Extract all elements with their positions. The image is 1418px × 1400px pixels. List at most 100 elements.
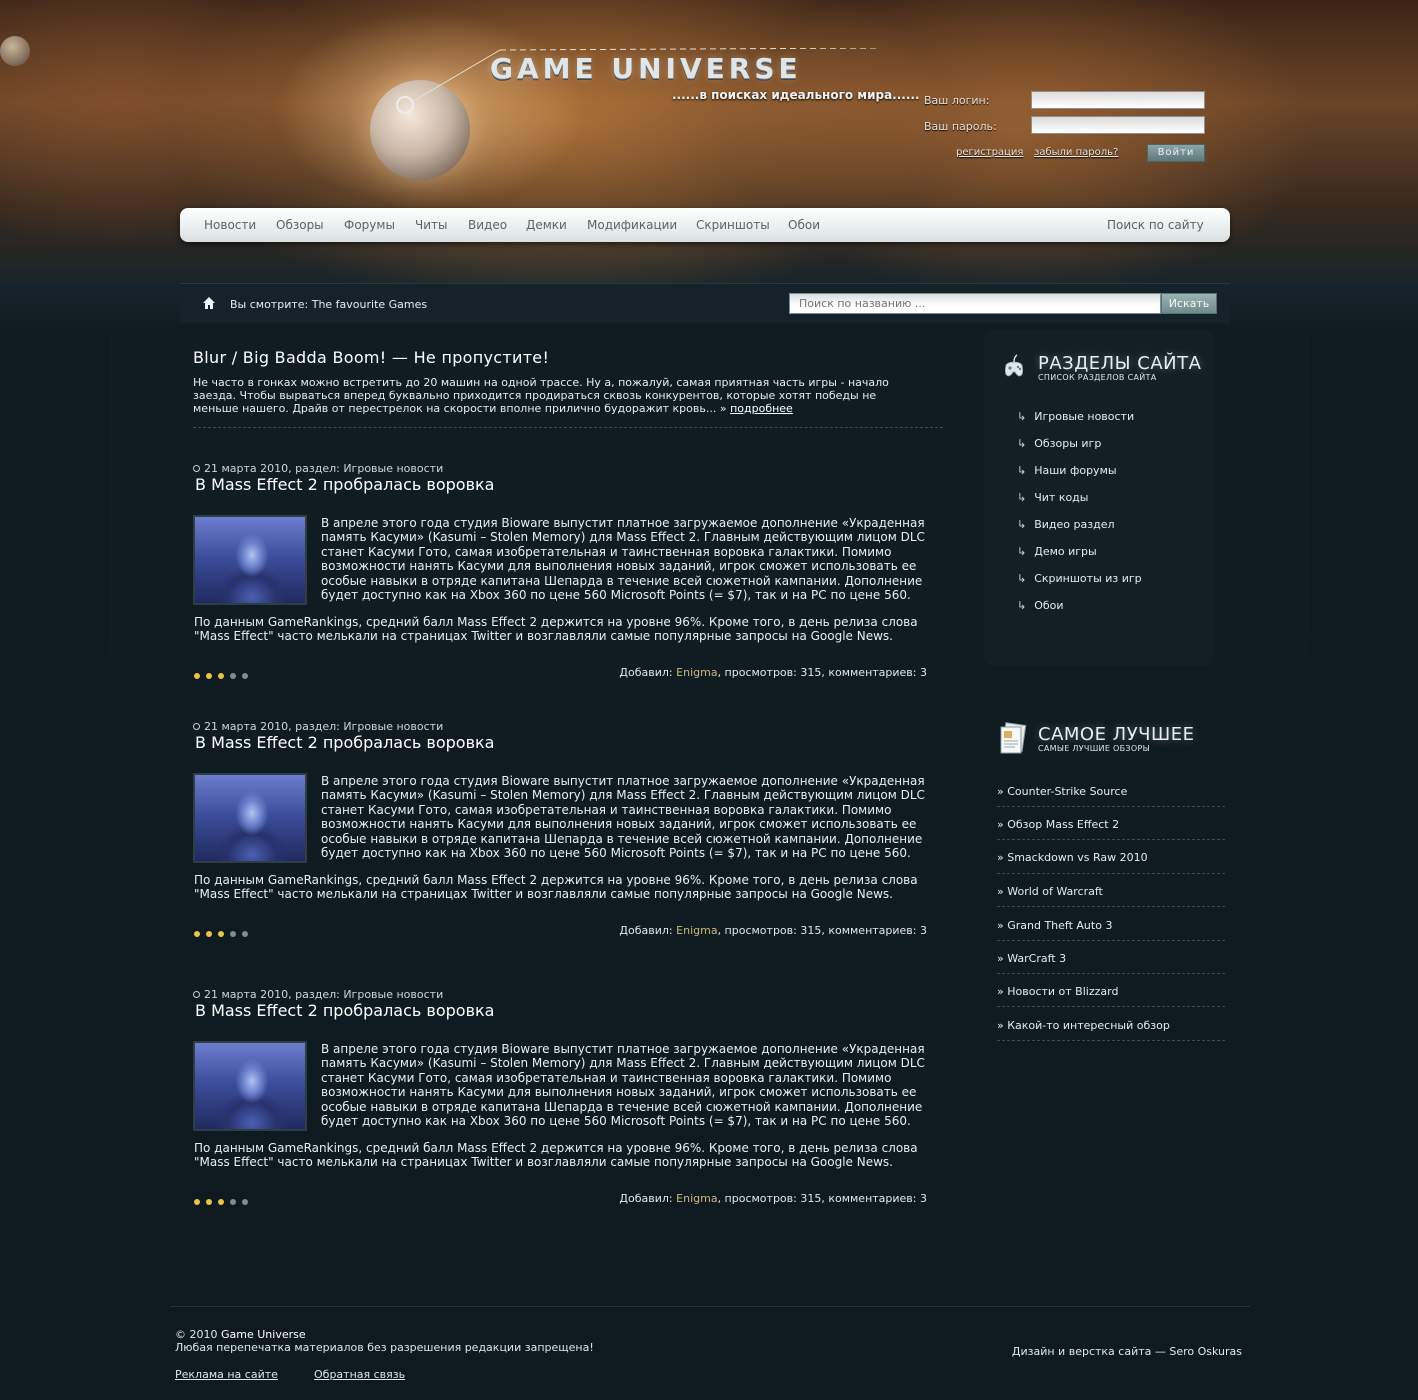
- article-thumbnail[interactable]: [193, 515, 307, 605]
- sidebar-item-label: Игровые новости: [1034, 410, 1135, 423]
- search-button[interactable]: Искать: [1161, 293, 1217, 314]
- copyright-site: Game Universe: [221, 1328, 306, 1341]
- sidebar-item-game-news[interactable]: ↳ Игровые новости: [1017, 410, 1134, 423]
- rating-dot[interactable]: [206, 673, 212, 679]
- document-icon: [1000, 722, 1027, 754]
- rating-dot[interactable]: [242, 931, 248, 937]
- rating-dot[interactable]: [242, 673, 248, 679]
- footer-copyright: © 2010 Game Universe Любая перепечатка м…: [175, 1328, 594, 1354]
- ads-link[interactable]: Реклама на сайте: [175, 1368, 278, 1381]
- article-stats: Добавил: Enigma, просмотров: 315, коммен…: [619, 924, 927, 937]
- nav-item-news[interactable]: Новости: [204, 218, 256, 232]
- article-thumbnail[interactable]: [193, 1041, 307, 1131]
- article-title[interactable]: В Mass Effect 2 пробралась воровка: [195, 475, 494, 494]
- stats-text: , просмотров: 315, комментариев: 3: [717, 1192, 927, 1205]
- sidebar-item-demos[interactable]: ↳ Демо игры: [1017, 545, 1097, 558]
- feedback-link[interactable]: Обратная связь: [314, 1368, 405, 1381]
- register-link[interactable]: регистрация: [956, 147, 1023, 158]
- best-item[interactable]: » Новости от Blizzard: [997, 985, 1225, 998]
- best-item[interactable]: » Какой-то интересный обзор: [997, 1019, 1225, 1032]
- rating-dot[interactable]: [206, 931, 212, 937]
- rating-dot[interactable]: [230, 931, 236, 937]
- best-item[interactable]: » Обзор Mass Effect 2: [997, 818, 1225, 831]
- featured-title[interactable]: Blur / Big Badda Boom! — Не пропустите!: [193, 348, 549, 367]
- article-title[interactable]: В Mass Effect 2 пробралась воровка: [195, 1001, 494, 1020]
- sidebar-item-cheat-codes[interactable]: ↳ Чит коды: [1017, 491, 1088, 504]
- arrow-icon: ↳: [1017, 572, 1027, 585]
- clock-icon: [193, 465, 200, 472]
- author-link[interactable]: Enigma: [676, 1192, 717, 1205]
- nav-item-demos[interactable]: Демки: [526, 218, 567, 232]
- planet-target-ring: [396, 96, 414, 114]
- stats-text: , просмотров: 315, комментариев: 3: [717, 924, 927, 937]
- best-divider: [997, 973, 1225, 974]
- rating-dot[interactable]: [194, 673, 200, 679]
- best-divider: [997, 839, 1225, 840]
- article-title[interactable]: В Mass Effect 2 пробралась воровка: [195, 733, 494, 752]
- breadcrumb-bar: Вы смотрите: The favourite Games Искать: [180, 283, 1230, 323]
- nav-item-wallpapers[interactable]: Обои: [788, 218, 820, 232]
- rating-dot[interactable]: [230, 1199, 236, 1205]
- author-link[interactable]: Enigma: [676, 924, 717, 937]
- login-input[interactable]: [1031, 91, 1205, 109]
- arrow-icon: ↳: [1017, 545, 1027, 558]
- rating-dot[interactable]: [218, 1199, 224, 1205]
- article-meta-text: 21 марта 2010, раздел: Игровые новости: [204, 720, 444, 733]
- best-item[interactable]: » World of Warcraft: [997, 885, 1225, 898]
- rating-dot[interactable]: [206, 1199, 212, 1205]
- nav-item-mods[interactable]: Модификации: [587, 218, 677, 232]
- nav-item-reviews[interactable]: Обзоры: [276, 218, 324, 232]
- best-title: САМОЕ ЛУЧШЕЕ: [1038, 724, 1195, 745]
- article-stats: Добавил: Enigma, просмотров: 315, коммен…: [619, 666, 927, 679]
- nav-item-forums[interactable]: Форумы: [344, 218, 395, 232]
- best-divider: [997, 940, 1225, 941]
- article-text: В апреле этого года студия Bioware выпус…: [321, 774, 925, 861]
- best-item[interactable]: » Grand Theft Auto 3: [997, 919, 1225, 932]
- nav-item-cheats[interactable]: Читы: [415, 218, 448, 232]
- copyright-notice: Любая перепечатка материалов без разреше…: [175, 1341, 594, 1354]
- rating-dot[interactable]: [218, 931, 224, 937]
- sections-subtitle: СПИСОК РАЗДЕЛОВ САЙТА: [1038, 373, 1157, 382]
- password-input[interactable]: [1031, 116, 1205, 134]
- sidebar-item-wallpapers[interactable]: ↳ Обои: [1017, 599, 1064, 612]
- search-input[interactable]: [789, 293, 1161, 314]
- login-button[interactable]: Войти: [1147, 144, 1205, 162]
- best-divider: [997, 1006, 1225, 1007]
- sidebar-item-label: Демо игры: [1034, 545, 1097, 558]
- added-label: Добавил:: [619, 1192, 673, 1205]
- rating-dots[interactable]: [194, 1194, 254, 1208]
- rating-dot[interactable]: [218, 673, 224, 679]
- best-item[interactable]: » WarCraft 3: [997, 952, 1225, 965]
- nav-site-search[interactable]: Поиск по сайту: [1107, 218, 1204, 232]
- best-item[interactable]: » Counter-Strike Source: [997, 785, 1225, 798]
- rating-dot[interactable]: [230, 673, 236, 679]
- article-text: В апреле этого года студия Bioware выпус…: [321, 516, 925, 603]
- best-subtitle: САМЫЕ ЛУЧШИЕ ОБЗОРЫ: [1038, 744, 1150, 753]
- sidebar-item-screenshots[interactable]: ↳ Скриншоты из игр: [1017, 572, 1142, 585]
- copyright-prefix: © 2010: [175, 1328, 218, 1341]
- article-meta: 21 марта 2010, раздел: Игровые новости: [193, 988, 443, 1001]
- author-link[interactable]: Enigma: [676, 666, 717, 679]
- best-divider: [997, 806, 1225, 807]
- sidebar-item-label: Обзоры игр: [1034, 437, 1102, 450]
- nav-item-video[interactable]: Видео: [468, 218, 507, 232]
- rating-dot[interactable]: [242, 1199, 248, 1205]
- site-logo[interactable]: GAME UNIVERSE: [490, 52, 802, 85]
- best-item[interactable]: » Smackdown vs Raw 2010: [997, 851, 1225, 864]
- rating-dot[interactable]: [194, 931, 200, 937]
- forgot-password-link[interactable]: забыли пароль?: [1034, 147, 1118, 158]
- rating-dots[interactable]: [194, 668, 254, 682]
- joystick-icon: [1004, 354, 1024, 377]
- featured-more-link[interactable]: подробнее: [730, 402, 793, 415]
- sections-heading: РАЗДЕЛЫ САЙТА СПИСОК РАЗДЕЛОВ САЙТА: [1038, 353, 1201, 382]
- sidebar-item-forums[interactable]: ↳ Наши форумы: [1017, 464, 1117, 477]
- small-planet-image: [0, 36, 30, 66]
- nav-item-screenshots[interactable]: Скриншоты: [696, 218, 770, 232]
- home-icon[interactable]: [202, 296, 216, 310]
- article-thumbnail[interactable]: [193, 773, 307, 863]
- rating-dot[interactable]: [194, 1199, 200, 1205]
- rating-dots[interactable]: [194, 926, 254, 940]
- sidebar-item-video[interactable]: ↳ Видео раздел: [1017, 518, 1115, 531]
- arrow-icon: ↳: [1017, 410, 1027, 423]
- sidebar-item-game-reviews[interactable]: ↳ Обзоры игр: [1017, 437, 1101, 450]
